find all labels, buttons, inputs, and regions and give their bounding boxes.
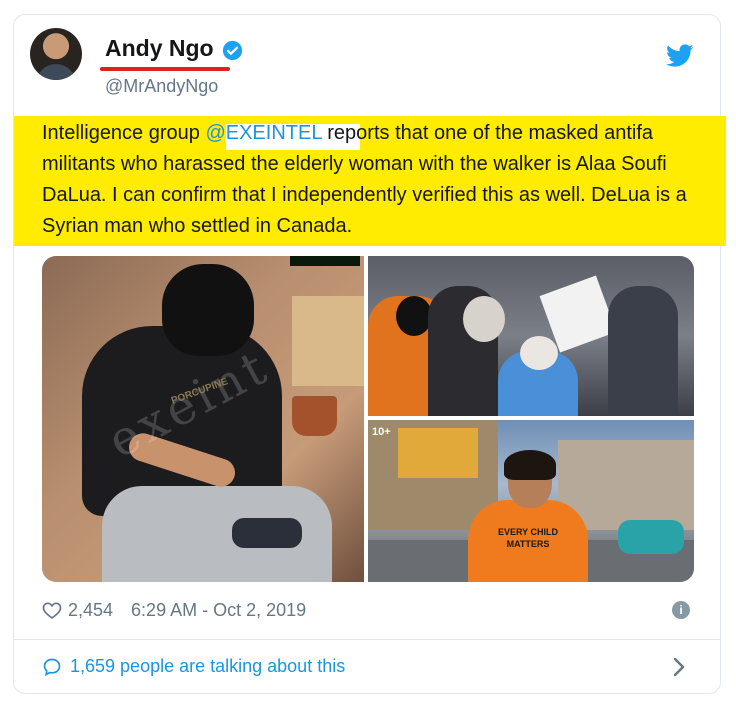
masked-face xyxy=(396,296,432,336)
speech-bubble-icon xyxy=(43,658,61,676)
divider xyxy=(13,639,721,640)
channel-badge: 10+ xyxy=(372,426,391,438)
masked-head xyxy=(162,264,254,356)
man-hair xyxy=(504,450,556,480)
photo-street[interactable]: 10+ EVERY CHILD MATTERS xyxy=(368,420,694,582)
handle[interactable]: @MrAndyNgo xyxy=(105,76,218,97)
tweet-footer: 2,454 6:29 AM - Oct 2, 2019 xyxy=(42,598,306,622)
hooded-person xyxy=(608,286,678,416)
avatar[interactable] xyxy=(30,28,82,80)
twitter-bird-icon[interactable] xyxy=(666,44,694,68)
media-grid: exeint PORCUPINE 10+ EVERY CHILD MATTERS xyxy=(42,256,694,582)
avatar-shirt xyxy=(36,64,76,80)
older-man-head xyxy=(463,296,505,342)
chevron-right-icon[interactable] xyxy=(672,656,686,678)
elderly-woman-head xyxy=(520,336,558,370)
name-underline xyxy=(100,67,230,71)
mention-link[interactable]: @EXEINTEL xyxy=(205,122,321,144)
info-icon[interactable]: i xyxy=(672,601,690,619)
photo-masked-gamer[interactable]: exeint PORCUPINE xyxy=(42,256,364,582)
conversation-link[interactable]: 1,659 people are talking about this xyxy=(42,656,345,677)
plant-pot xyxy=(292,396,337,436)
car xyxy=(618,520,684,554)
timestamp[interactable]: 6:29 AM - Oct 2, 2019 xyxy=(131,600,306,621)
tweet-text-part: Intelligence group xyxy=(42,122,206,144)
billboard xyxy=(398,428,478,478)
shirt-slogan: EVERY CHILD MATTERS xyxy=(497,527,558,549)
tweet-text: Intelligence group @EXEINTEL reports tha… xyxy=(42,118,722,242)
verified-badge-icon xyxy=(222,40,243,61)
heart-icon[interactable] xyxy=(42,600,62,620)
conversation-text[interactable]: 1,659 people are talking about this xyxy=(70,656,345,677)
shelf xyxy=(292,296,364,386)
like-count[interactable]: 2,454 xyxy=(68,600,113,621)
game-controller xyxy=(232,518,302,548)
photo-protest[interactable] xyxy=(368,256,694,416)
screen-edge xyxy=(290,256,360,266)
display-name[interactable]: Andy Ngo xyxy=(105,35,214,62)
